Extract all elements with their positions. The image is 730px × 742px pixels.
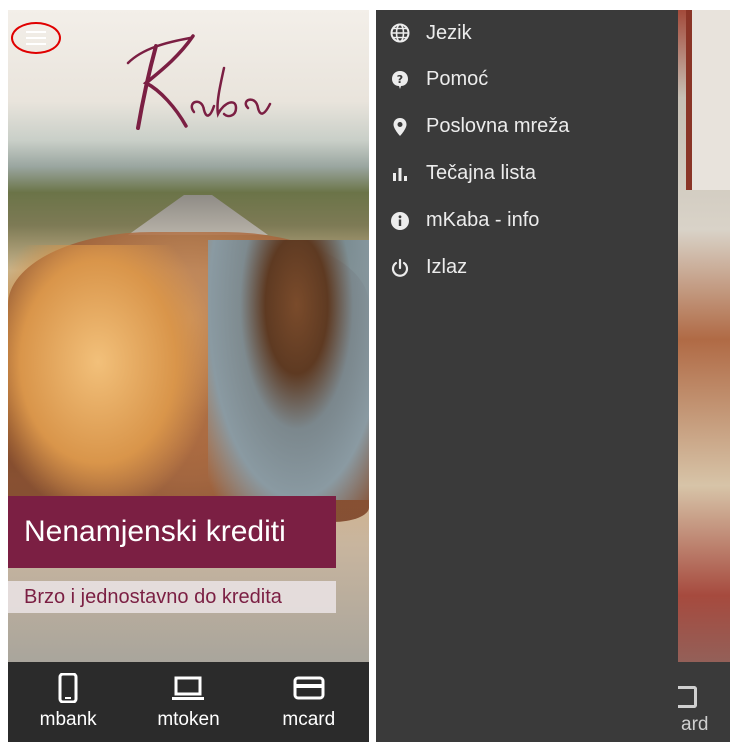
drawer-item-label: Pomoć [426,68,489,90]
drawer-item-pomoc[interactable]: ? Pomoć [376,56,678,103]
laptop-icon [172,676,205,700]
menu-button[interactable] [11,22,61,54]
credit-card-icon [676,686,697,708]
bar-chart-icon [390,164,410,184]
background-nav-label: ard [681,714,709,735]
promo-banner[interactable]: Nenamjenski krediti [8,496,336,568]
drawer-item-label: mKaba - info [426,209,540,231]
drawer-item-label: Tečajna lista [426,162,537,184]
nav-mbank-label: mbank [39,709,97,730]
drawer-item-poslovna-mreza[interactable]: Poslovna mreža [376,103,678,150]
nav-mtoken-label: mtoken [157,709,220,730]
nav-mcard-label: mcard [282,709,336,730]
road-graphic [128,195,268,235]
hamburger-menu-icon [26,27,46,49]
nav-mtoken[interactable]: mtoken [133,673,243,731]
promo-subtitle: Brzo i jednostavno do kredita [8,581,336,613]
help-icon: ? [390,70,410,90]
background-building [686,10,730,190]
nav-mcard[interactable]: mcard [254,673,364,731]
credit-card-icon [293,676,325,700]
promo-title: Nenamjenski krediti [24,515,286,548]
bottom-navigation: mbank mtoken mcard [8,662,369,742]
location-pin-icon [390,117,410,137]
info-icon [390,211,410,231]
drawer-item-label: Izlaz [426,256,468,278]
drawer-item-jezik[interactable]: Jezik [376,10,678,56]
man-graphic [208,240,369,500]
power-icon [390,258,410,278]
kaba-logo [126,34,272,130]
drawer-item-izlaz[interactable]: Izlaz [376,244,678,291]
home-screen: Nenamjenski krediti Brzo i jednostavno d… [8,10,369,742]
woman-graphic [8,245,208,505]
drawer-screen: ard Jezik ? Pomoć Poslovna mreža Tečajna… [376,10,730,742]
phone-icon [58,673,78,703]
drawer-item-label: Jezik [426,21,472,44]
globe-icon [390,23,410,43]
navigation-drawer: Jezik ? Pomoć Poslovna mreža Tečajna lis… [376,10,678,742]
svg-text:?: ? [397,73,403,86]
drawer-item-label: Poslovna mreža [426,115,570,137]
drawer-item-tecajna-lista[interactable]: Tečajna lista [376,150,678,197]
drawer-item-mkaba-info[interactable]: mKaba - info [376,197,678,244]
nav-mbank[interactable]: mbank [13,673,123,731]
